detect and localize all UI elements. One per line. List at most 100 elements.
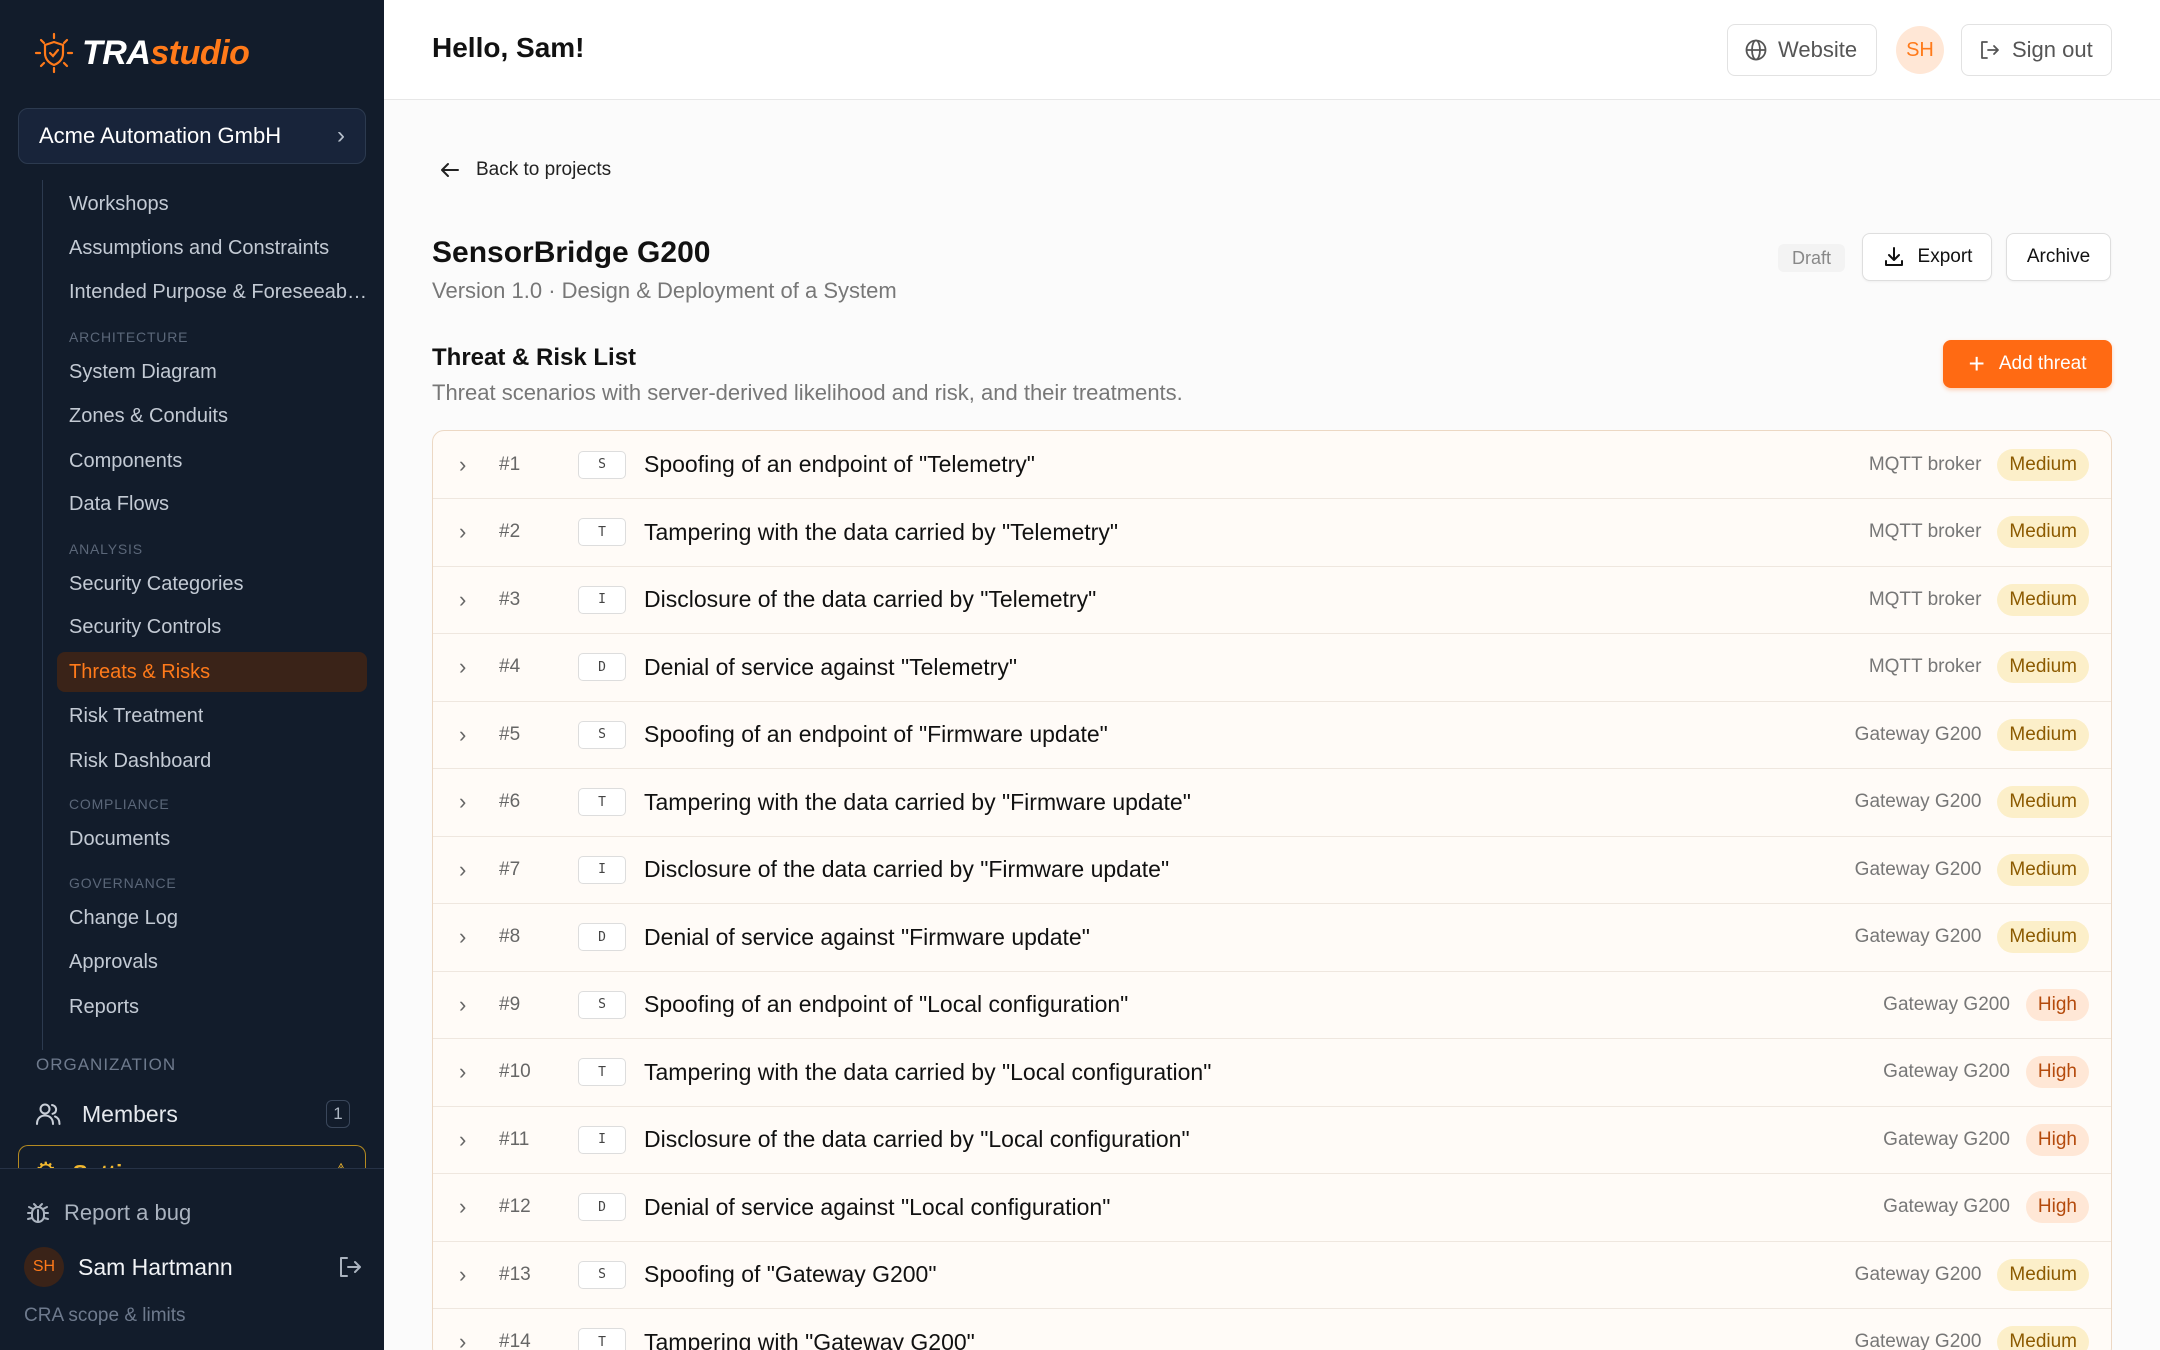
chevron-right-icon[interactable]: › xyxy=(459,857,475,883)
back-label: Back to projects xyxy=(476,159,612,180)
threat-title: Spoofing of an endpoint of "Telemetry" xyxy=(644,451,1035,477)
chevron-right-icon[interactable]: › xyxy=(459,1329,475,1350)
add-threat-button[interactable]: + Add threat xyxy=(1943,340,2112,388)
chevron-right-icon[interactable]: › xyxy=(459,587,475,613)
nav-item-change-log[interactable]: Change Log xyxy=(57,898,367,938)
threat-number: #12 xyxy=(499,1196,531,1217)
threat-row[interactable]: › #14 T Tampering with "Gateway G200" Gatewa… xyxy=(433,1309,2111,1350)
back-to-projects-link[interactable]: Back to projects xyxy=(438,158,611,182)
nav-item-components[interactable]: Components xyxy=(57,441,367,481)
threat-number: #4 xyxy=(499,656,521,677)
nav-item-risk-dashboard[interactable]: Risk Dashboard xyxy=(57,741,367,781)
status-badge: Draft xyxy=(1778,244,1846,272)
export-button[interactable]: Export xyxy=(1862,233,1992,281)
chevron-right-icon[interactable]: › xyxy=(459,789,475,815)
stride-badge: D xyxy=(578,653,626,681)
threat-row[interactable]: › #10 T Tampering with the data carried by … xyxy=(433,1039,2111,1107)
threat-meta: Gateway G200 Medium xyxy=(1855,853,2089,886)
nav-item-security-controls[interactable]: Security Controls xyxy=(57,607,367,647)
nav-item-zones-conduits[interactable]: Zones & Conduits xyxy=(57,396,367,436)
top-header: Hello, Sam! Website SH Sign out xyxy=(384,0,2160,100)
nav-item-security-categories[interactable]: Security Categories xyxy=(57,564,367,604)
threat-number: #8 xyxy=(499,926,521,947)
report-bug-link[interactable]: Report a bug xyxy=(24,1199,191,1227)
threat-row[interactable]: › #8 D Denial of service against "Firmware … xyxy=(433,904,2111,972)
nav-item-reports[interactable]: Reports xyxy=(57,987,367,1027)
risk-badge: Medium xyxy=(1997,853,2089,886)
threat-meta: MQTT broker Medium xyxy=(1869,583,2089,616)
members-count-badge: 1 xyxy=(326,1100,350,1128)
risk-badge: Medium xyxy=(1997,921,2089,953)
nav-section-architecture: Architecture xyxy=(69,329,189,345)
threat-row[interactable]: › #6 T Tampering with the data carried by "… xyxy=(433,769,2111,837)
threat-title: Tampering with the data carried by "Firm… xyxy=(644,788,1191,815)
stride-badge: I xyxy=(578,1125,626,1154)
threat-number: #13 xyxy=(499,1263,531,1285)
threat-title: Tampering with the data carried by "Tele… xyxy=(644,518,1118,545)
archive-button[interactable]: Archive xyxy=(2006,233,2111,281)
chevron-right-icon[interactable]: › xyxy=(459,452,475,478)
logout-icon[interactable] xyxy=(336,1253,364,1281)
website-button[interactable]: Website xyxy=(1727,24,1877,76)
stride-badge: S xyxy=(578,990,626,1019)
chevron-right-icon[interactable]: › xyxy=(459,1059,475,1085)
threat-list: › #1 S Spoofing of an endpoint of "Telemetr… xyxy=(432,430,2112,1350)
users-icon xyxy=(36,1103,61,1125)
chevron-right-icon[interactable]: › xyxy=(459,1262,475,1288)
chevron-right-icon[interactable]: › xyxy=(459,519,475,545)
nav-item-assumptions[interactable]: Assumptions and Constraints xyxy=(57,228,367,268)
nav-item-intended-purpose[interactable]: Intended Purpose & Foreseeable Use xyxy=(57,272,367,312)
threat-component: MQTT broker xyxy=(1868,521,1982,542)
sidebar: TRAstudio Acme Automation GmbH › Worksho… xyxy=(0,0,384,1350)
risk-badge: Medium xyxy=(1997,651,2089,683)
nav-item-system-diagram[interactable]: System Diagram xyxy=(57,352,367,392)
threat-row[interactable]: › #7 I Disclosure of the data carried by "F… xyxy=(433,836,2111,904)
project-subtitle: Version 1.0 · Design & Deployment of a S… xyxy=(432,278,897,303)
threat-row[interactable]: › #4 D Denial of service against "Telemetry… xyxy=(433,634,2111,702)
header-avatar[interactable]: SH xyxy=(1896,26,1944,74)
nav-item-data-flows[interactable]: Data Flows xyxy=(57,484,367,524)
chevron-right-icon[interactable]: › xyxy=(459,1194,475,1220)
threat-row[interactable]: › #5 S Spoofing of an endpoint of "Firmware… xyxy=(433,701,2111,769)
threat-title: Tampering with the data carried by "Loca… xyxy=(644,1058,1212,1085)
risk-badge: Medium xyxy=(1997,1326,2089,1350)
threat-component: Gateway G200 xyxy=(1883,1196,2010,1217)
organization-section-label: Organization xyxy=(36,1055,177,1074)
threat-number: #6 xyxy=(499,791,521,812)
nav-item-workshops[interactable]: Workshops xyxy=(57,184,367,224)
threat-title: Disclosure of the data carried by "Telem… xyxy=(644,586,1097,612)
threat-row[interactable]: › #9 S Spoofing of an endpoint of "Local co… xyxy=(433,971,2111,1039)
greeting: Hello, Sam! xyxy=(432,32,585,63)
threat-row[interactable]: › #12 D Denial of service against "Local co… xyxy=(433,1174,2111,1242)
threat-number: #9 xyxy=(499,993,521,1015)
chevron-right-icon[interactable]: › xyxy=(459,992,475,1018)
threat-meta: Gateway G200 Medium xyxy=(1855,1326,2089,1350)
threat-row[interactable]: › #2 T Tampering with the data carried by "… xyxy=(433,499,2111,567)
project-title: SensorBridge G200 xyxy=(432,236,711,269)
chevron-right-icon[interactable]: › xyxy=(459,1127,475,1153)
export-label: Export xyxy=(1917,246,1973,267)
threat-title: Disclosure of the data carried by "Local… xyxy=(644,1126,1190,1152)
nav-item-threats-risks[interactable]: Threats & Risks xyxy=(57,652,367,692)
threat-meta: Gateway G200 High xyxy=(1883,988,2089,1021)
threat-row[interactable]: › #11 I Disclosure of the data carried by "… xyxy=(433,1106,2111,1174)
chevron-right-icon[interactable]: › xyxy=(459,654,475,680)
nav-item-documents[interactable]: Documents xyxy=(57,819,367,859)
cra-scope-link[interactable]: CRA scope & limits xyxy=(24,1305,186,1327)
sign-out-button[interactable]: Sign out xyxy=(1961,24,2112,76)
threat-number: #14 xyxy=(499,1331,531,1350)
threat-row[interactable]: › #13 S Spoofing of "Gateway G200" Gateway G… xyxy=(433,1241,2111,1309)
org-switcher[interactable]: Acme Automation GmbH › xyxy=(18,108,366,164)
members-link[interactable]: Members 1 xyxy=(18,1090,366,1138)
threat-meta: MQTT broker Medium xyxy=(1869,651,2089,683)
threat-component: Gateway G200 xyxy=(1854,1331,1982,1350)
nav-item-risk-treatment[interactable]: Risk Treatment xyxy=(57,696,367,736)
chevron-right-icon[interactable]: › xyxy=(459,722,475,748)
chevron-right-icon[interactable]: › xyxy=(459,924,475,950)
nav-item-approvals[interactable]: Approvals xyxy=(57,942,367,982)
threat-row[interactable]: › #3 I Disclosure of the data carried by "T… xyxy=(433,566,2111,634)
brand-logo[interactable]: TRAstudio xyxy=(32,30,250,76)
nav-section-compliance: Compliance xyxy=(69,796,170,812)
user-name: Sam Hartmann xyxy=(78,1253,233,1280)
threat-row[interactable]: › #1 S Spoofing of an endpoint of "Telemetr… xyxy=(433,431,2111,499)
